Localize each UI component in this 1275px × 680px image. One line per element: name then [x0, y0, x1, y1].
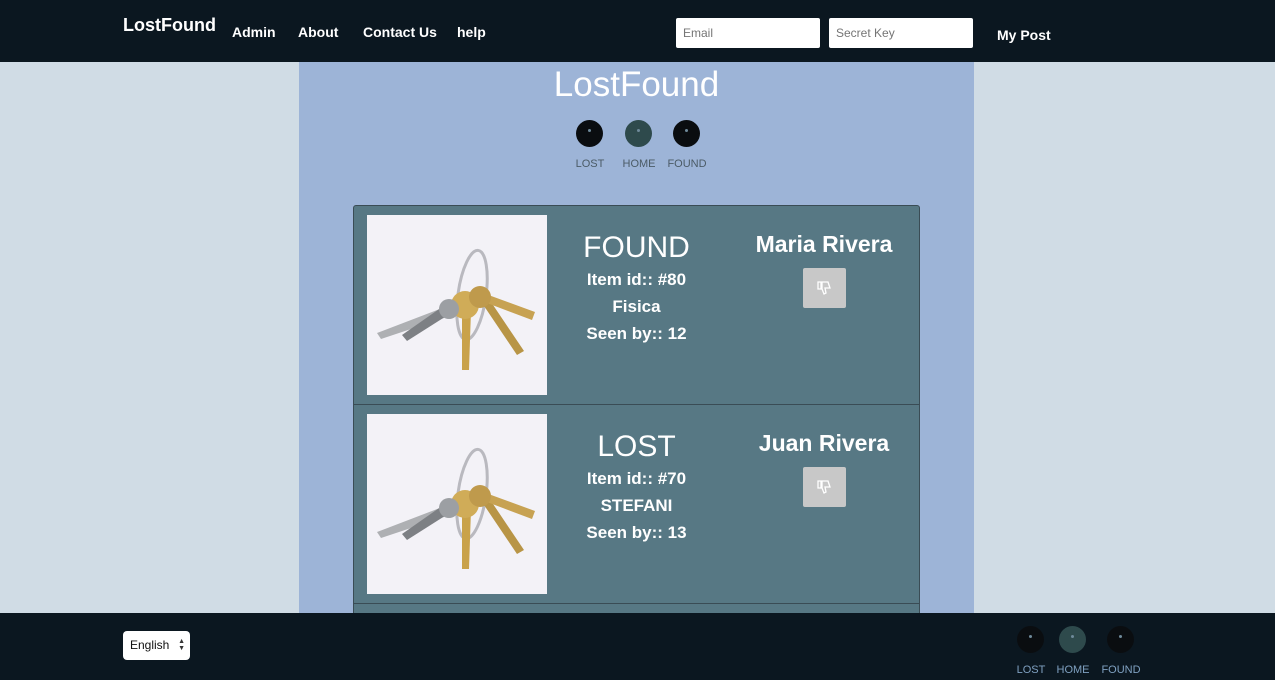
- top-navbar: LostFound Admin About Contact Us help My…: [0, 0, 1275, 62]
- brand-logo[interactable]: LostFound: [123, 15, 216, 36]
- item-id: Item id:: #70: [586, 469, 687, 488]
- page-title: LostFound: [553, 65, 720, 104]
- email-input[interactable]: [676, 18, 820, 48]
- home-dot-button[interactable]: [625, 120, 652, 147]
- nav-link-about[interactable]: About: [298, 24, 338, 40]
- post-card-partial: [353, 604, 920, 613]
- nav-link-contact[interactable]: Contact Us: [363, 24, 437, 40]
- keys-image: [367, 414, 547, 594]
- post-list: FOUND Item id:: #80 Fisica Seen by:: 12 …: [353, 205, 920, 613]
- owner-name: Maria Rivera: [755, 231, 893, 257]
- footer-found-dot-button[interactable]: [1107, 626, 1134, 653]
- select-arrows-icon: ▲ ▼: [178, 638, 185, 652]
- item-photo: [367, 414, 547, 594]
- footer-lost-dot-button[interactable]: [1017, 626, 1044, 653]
- keys-image: [367, 215, 547, 395]
- nav-link-admin[interactable]: Admin: [232, 24, 276, 40]
- main-content: LostFound LOST HOME FOUND FOUND Item id:…: [299, 62, 974, 613]
- lost-dot-button[interactable]: [576, 120, 603, 147]
- dislike-button[interactable]: [803, 467, 846, 507]
- found-label: FOUND: [667, 158, 707, 170]
- footer-home-dot-button[interactable]: [1059, 626, 1086, 653]
- post-card: LOST Item id:: #70 STEFANI Seen by:: 13 …: [353, 405, 920, 604]
- post-status: FOUND: [583, 231, 690, 264]
- found-dot-button[interactable]: [673, 120, 700, 147]
- item-location: STEFANI: [600, 496, 673, 515]
- language-value: English: [130, 638, 170, 652]
- post-info: FOUND Item id:: #80 Fisica Seen by:: 12: [559, 230, 714, 347]
- footer-bar: English ▲ ▼ LOST HOME FOUND: [0, 613, 1275, 680]
- thumbs-down-icon: [817, 480, 831, 494]
- item-location: Fisica: [612, 297, 661, 316]
- item-id: Item id:: #80: [586, 270, 687, 289]
- post-card: FOUND Item id:: #80 Fisica Seen by:: 12 …: [353, 205, 920, 405]
- secret-key-input[interactable]: [829, 18, 973, 48]
- nav-link-help[interactable]: help: [457, 24, 486, 40]
- dislike-button[interactable]: [803, 268, 846, 308]
- seen-count: Seen by:: 13: [586, 523, 687, 542]
- language-select[interactable]: English ▲ ▼: [123, 631, 190, 660]
- thumbs-down-icon: [817, 281, 831, 295]
- post-status: LOST: [597, 430, 676, 463]
- footer-found-label: FOUND: [1101, 664, 1141, 676]
- item-photo: [367, 215, 547, 395]
- post-info: LOST Item id:: #70 STEFANI Seen by:: 13: [559, 429, 714, 546]
- owner-name: Juan Rivera: [758, 430, 890, 456]
- seen-count: Seen by:: 12: [586, 324, 687, 343]
- my-post-link[interactable]: My Post: [997, 27, 1051, 43]
